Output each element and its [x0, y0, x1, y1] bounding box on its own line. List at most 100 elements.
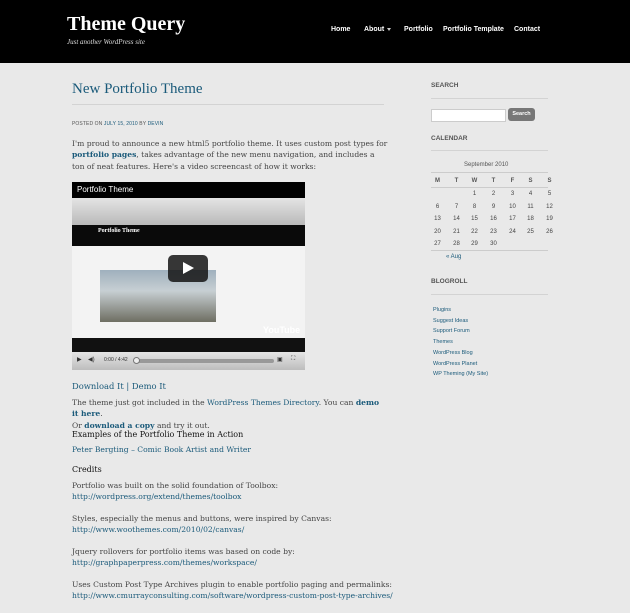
search-divider: [431, 98, 548, 99]
or-text: Or: [72, 420, 82, 430]
link-separator: |: [126, 381, 130, 391]
download-it-link[interactable]: Download It: [72, 381, 124, 391]
included-text-1: The theme just got included in the: [72, 398, 205, 407]
fullscreen-icon[interactable]: ⛶: [291, 356, 295, 363]
demo-it-link[interactable]: Demo It: [132, 381, 166, 391]
calendar-day: 29: [471, 241, 478, 248]
nav-about[interactable]: About: [364, 26, 392, 33]
site-description: Just another WordPress site: [67, 38, 145, 46]
credit-url-link[interactable]: http://wordpress.org/extend/themes/toolb…: [72, 492, 241, 501]
calendar-weekday: S: [528, 178, 533, 184]
calendar-day: 28: [453, 241, 460, 248]
calendar-top-rule: [431, 172, 548, 173]
chevron-down-icon: [387, 27, 392, 31]
calendar-weekday: T: [491, 178, 496, 184]
video-time: 0:00 / 4:42: [104, 357, 128, 363]
calendar-header-rule: [431, 187, 548, 188]
blogroll-divider: [431, 294, 548, 295]
play-control-icon[interactable]: ▶: [77, 356, 82, 363]
blogroll-link[interactable]: WordPress Planet: [433, 361, 477, 367]
calendar-day: 6: [435, 203, 440, 210]
calendar-heading: CALENDAR: [431, 135, 468, 142]
calendar-day: 3: [510, 191, 515, 197]
nav-portfolio-template[interactable]: Portfolio Template: [443, 26, 504, 33]
calendar-day: 11: [527, 203, 534, 210]
seek-handle[interactable]: [133, 357, 140, 364]
calendar-day: 30: [490, 241, 497, 248]
download-copy-link[interactable]: download a copy: [84, 421, 154, 430]
credit-url-link[interactable]: http://www.woothemes.com/2010/02/canvas/: [72, 525, 244, 534]
video-player[interactable]: Portfolio Theme Portfolio Theme YouTube …: [72, 182, 305, 370]
credit-item: Portfolio was built on the solid foundat…: [72, 480, 388, 503]
calendar-day: 13: [434, 216, 441, 223]
meta-author-link[interactable]: devin: [148, 121, 164, 127]
calendar-day: 1: [472, 191, 477, 197]
calendar-day: 2: [491, 191, 496, 197]
calendar-day: 25: [527, 228, 534, 235]
calendar-day: 26: [546, 228, 553, 235]
calendar-bottom-rule: [431, 250, 548, 251]
youtube-logo[interactable]: YouTube: [263, 325, 300, 335]
included-text-2: . You can: [318, 398, 354, 407]
screen-size-icon[interactable]: ▣: [277, 356, 283, 363]
calendar-day: 12: [546, 203, 553, 210]
calendar-weekday: T: [454, 178, 459, 184]
calendar-day: 22: [471, 228, 478, 235]
credit-item: Styles, especially the menus and buttons…: [72, 513, 388, 536]
blogroll-link[interactable]: WordPress Blog: [433, 350, 473, 356]
seek-bar[interactable]: [136, 359, 274, 363]
credit-url-link[interactable]: http://graphpaperpress.com/themes/worksp…: [72, 558, 257, 567]
calendar-day: 5: [547, 191, 552, 197]
video-site-title: Portfolio Theme: [98, 228, 140, 234]
calendar-day: 20: [434, 228, 441, 235]
calendar-day: 8: [472, 203, 477, 210]
intro-text-1: I'm proud to announce a new html5 portfo…: [72, 139, 388, 148]
calendar-day: 27: [434, 241, 441, 248]
blogroll-link[interactable]: Suggest Ideas: [433, 318, 468, 324]
calendar-weekday: S: [547, 178, 552, 184]
post-title[interactable]: New Portfolio Theme: [72, 81, 203, 98]
credit-url-link[interactable]: http://www.cmurrayconsulting.com/softwar…: [72, 591, 393, 600]
credit-text: Uses Custom Post Type Archives plugin to…: [72, 580, 392, 589]
search-input[interactable]: [431, 109, 506, 122]
calendar-day: 17: [509, 216, 516, 223]
blogroll-link[interactable]: Themes: [433, 339, 453, 345]
credit-text: Jquery rollovers for portfolio items was…: [72, 547, 295, 556]
meta-prefix: Posted on: [72, 121, 103, 127]
video-browser-chrome: [72, 198, 305, 225]
themes-directory-link[interactable]: WordPress Themes Directory: [207, 398, 319, 407]
calendar-day: 14: [453, 216, 460, 223]
credit-item: Jquery rollovers for portfolio items was…: [72, 546, 388, 569]
nav-portfolio[interactable]: Portfolio: [404, 26, 433, 33]
search-button[interactable]: Search: [508, 108, 535, 121]
play-button[interactable]: [168, 255, 208, 282]
blogroll-link[interactable]: Plugins: [433, 307, 451, 313]
blogroll-link[interactable]: WP Theming (My Site): [433, 371, 488, 377]
intro-text-3: features. Here's a video screencast of h…: [116, 161, 317, 171]
calendar-weekday: F: [510, 178, 515, 184]
nav-contact[interactable]: Contact: [514, 26, 540, 33]
video-controls: ▶ ◀) 0:00 / 4:42 ▣ ⛶: [72, 352, 305, 370]
calendar-day: 10: [509, 203, 516, 210]
credit-text: Styles, especially the menus and buttons…: [72, 514, 332, 523]
blogroll-heading: BLOGROLL: [431, 278, 468, 285]
calendar-day: 9: [491, 203, 496, 210]
post-meta: Posted on July 15, 2010 by devin: [72, 121, 163, 127]
example-link-line: Peter Bergting – Comic Book Artist and W…: [72, 444, 388, 455]
example-link[interactable]: Peter Bergting – Comic Book Artist and W…: [72, 445, 251, 454]
volume-icon[interactable]: ◀): [88, 356, 95, 363]
main-nav: Home About Portfolio Portfolio Template …: [0, 26, 630, 38]
nav-home[interactable]: Home: [331, 26, 350, 33]
examples-heading: Examples of the Portfolio Theme in Actio…: [72, 430, 244, 439]
video-title[interactable]: Portfolio Theme: [77, 185, 133, 194]
intro-paragraph: I'm proud to announce a new html5 portfo…: [72, 138, 388, 172]
calendar-weekday: W: [471, 178, 478, 184]
nav-about-label: About: [364, 26, 385, 33]
meta-date-link[interactable]: July 15, 2010: [104, 121, 138, 127]
included-paragraph: The theme just got included in the WordP…: [72, 397, 388, 431]
blogroll-link[interactable]: Support Forum: [433, 328, 470, 334]
calendar-weekday: M: [435, 178, 440, 184]
credit-item: Uses Custom Post Type Archives plugin to…: [72, 579, 402, 602]
calendar-prev-link[interactable]: « Aug: [446, 254, 461, 260]
portfolio-pages-link[interactable]: portfolio pages: [72, 150, 136, 159]
